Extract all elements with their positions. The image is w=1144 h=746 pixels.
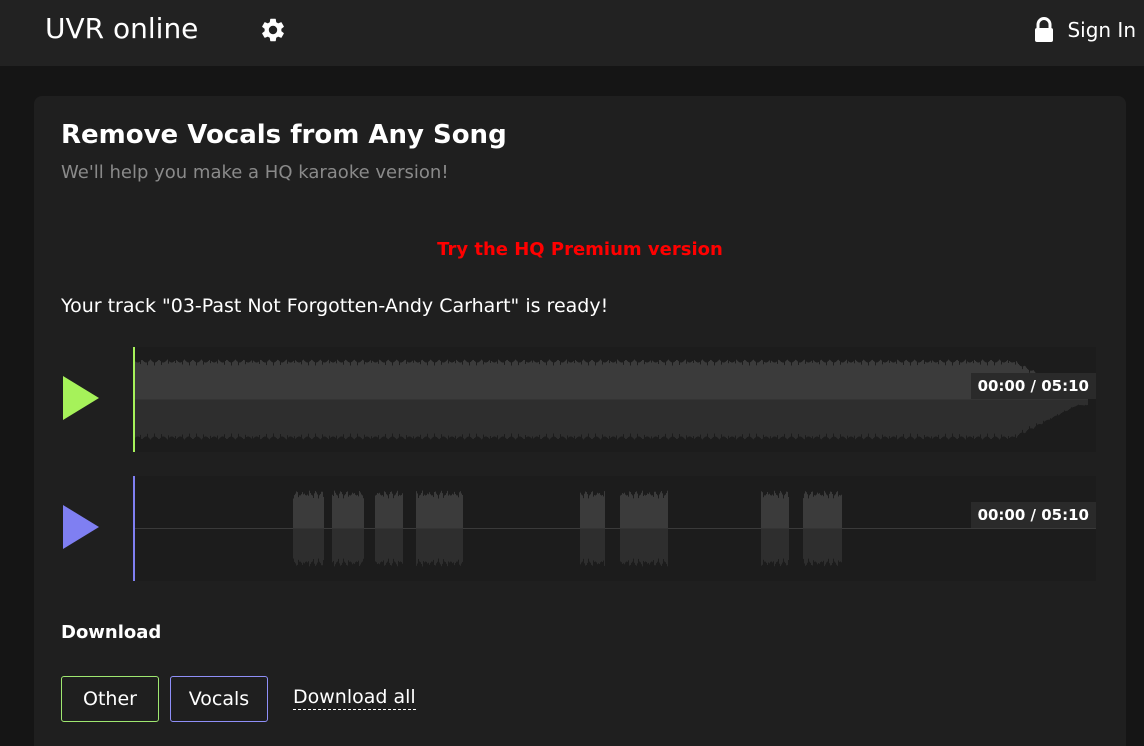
- playhead-vocals: [133, 476, 135, 581]
- playhead-other: [133, 347, 135, 452]
- main-card: Remove Vocals from Any Song We'll help y…: [34, 96, 1126, 746]
- premium-link[interactable]: Try the HQ Premium version: [34, 239, 1126, 260]
- waveform-vocals-graphic: [133, 476, 1096, 581]
- download-heading: Download: [61, 622, 162, 643]
- page-subtitle: We'll help you make a HQ karaoke version…: [61, 162, 449, 183]
- brand-logo[interactable]: UVR online: [45, 12, 198, 46]
- download-other-button[interactable]: Other: [61, 676, 159, 722]
- page-title: Remove Vocals from Any Song: [61, 120, 507, 150]
- waveform-other-graphic: [133, 347, 1096, 452]
- gear-icon[interactable]: [259, 16, 287, 44]
- lock-icon: [1035, 17, 1054, 42]
- download-all-link[interactable]: Download all: [293, 686, 416, 710]
- sign-in-button[interactable]: Sign In: [1033, 15, 1136, 45]
- time-display-other: 00:00 / 05:10: [970, 373, 1096, 399]
- sign-in-label: Sign In: [1067, 18, 1136, 42]
- waveform-vocals[interactable]: 00:00 / 05:10: [133, 476, 1096, 581]
- play-icon[interactable]: [61, 503, 101, 551]
- play-icon[interactable]: [61, 374, 101, 422]
- track-ready-message: Your track "03-Past Not Forgotten-Andy C…: [61, 295, 609, 317]
- top-bar: UVR online Sign In: [0, 0, 1144, 66]
- time-display-vocals: 00:00 / 05:10: [970, 502, 1096, 528]
- waveform-other[interactable]: 00:00 / 05:10: [133, 347, 1096, 452]
- download-vocals-button[interactable]: Vocals: [170, 676, 268, 722]
